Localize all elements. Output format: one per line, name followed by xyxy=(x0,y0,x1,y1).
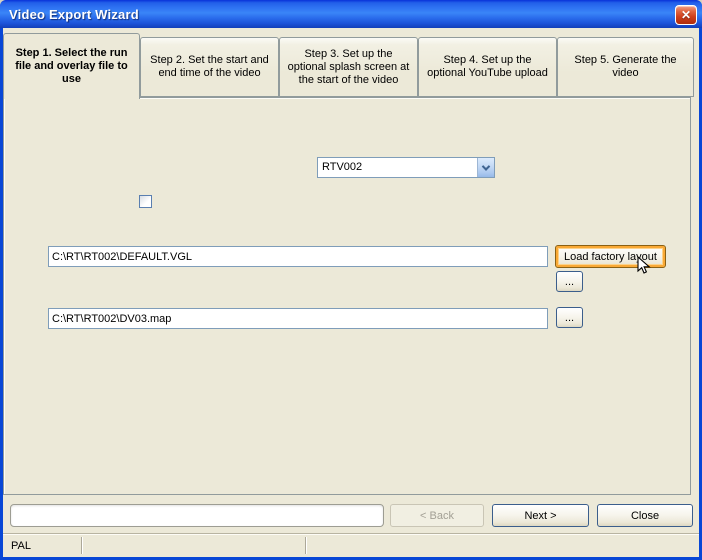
do-not-overlay-checkbox[interactable] xyxy=(139,195,152,208)
tab-step-3[interactable]: Step 3. Set up the optional splash scree… xyxy=(279,37,418,97)
status-bar-divider xyxy=(81,537,83,554)
title-bar: Video Export Wizard ✕ xyxy=(0,0,702,28)
browse-overlay-label: ... xyxy=(565,276,574,288)
tab-step-5[interactable]: Step 5. Generate the video xyxy=(557,37,694,97)
back-button-label: < Back xyxy=(420,510,454,522)
browse-overlay-button[interactable]: ... xyxy=(556,271,583,292)
window-title: Video Export Wizard xyxy=(9,7,139,22)
dialog-client-area: Step 1. Select the run file and overlay … xyxy=(3,28,699,557)
tab-step-1[interactable]: Step 1. Select the run file and overlay … xyxy=(3,33,140,99)
status-panel-video-standard: PAL xyxy=(11,540,31,552)
run-file-dropdown-button[interactable] xyxy=(477,158,494,177)
run-file-combobox[interactable]: RTV002 xyxy=(317,157,495,178)
close-button[interactable]: ✕ xyxy=(675,5,697,25)
tab-step-5-label: Step 5. Generate the video xyxy=(563,54,688,80)
tab-step-3-label: Step 3. Set up the optional splash scree… xyxy=(285,48,412,87)
close-dialog-label: Close xyxy=(631,510,659,522)
status-bar-divider xyxy=(305,537,307,554)
browse-map-label: ... xyxy=(565,312,574,324)
tab-step-1-label: Step 1. Select the run file and overlay … xyxy=(9,47,134,86)
tab-step-4-label: Step 4. Set up the optional YouTube uplo… xyxy=(424,54,551,80)
tab-step-2[interactable]: Step 2. Set the start and end time of th… xyxy=(140,37,279,97)
next-button-label: Next > xyxy=(524,510,556,522)
close-dialog-button[interactable]: Close xyxy=(597,504,693,527)
overlay-path-input[interactable] xyxy=(48,246,548,267)
chevron-down-icon xyxy=(482,162,490,170)
run-file-selected-value: RTV002 xyxy=(318,158,477,177)
close-icon: ✕ xyxy=(681,9,691,21)
map-path-input[interactable] xyxy=(48,308,548,329)
video-export-wizard-window: Video Export Wizard ✕ Step 1. Select the… xyxy=(0,0,702,560)
tab-step-4[interactable]: Step 4. Set up the optional YouTube uplo… xyxy=(418,37,557,97)
next-button[interactable]: Next > xyxy=(492,504,589,527)
status-bar: PAL xyxy=(3,533,699,557)
tab-step-2-label: Step 2. Set the start and end time of th… xyxy=(146,54,273,80)
back-button[interactable]: < Back xyxy=(390,504,484,527)
mouse-cursor xyxy=(637,256,651,279)
browse-map-button[interactable]: ... xyxy=(556,307,583,328)
progress-bar xyxy=(10,504,384,527)
